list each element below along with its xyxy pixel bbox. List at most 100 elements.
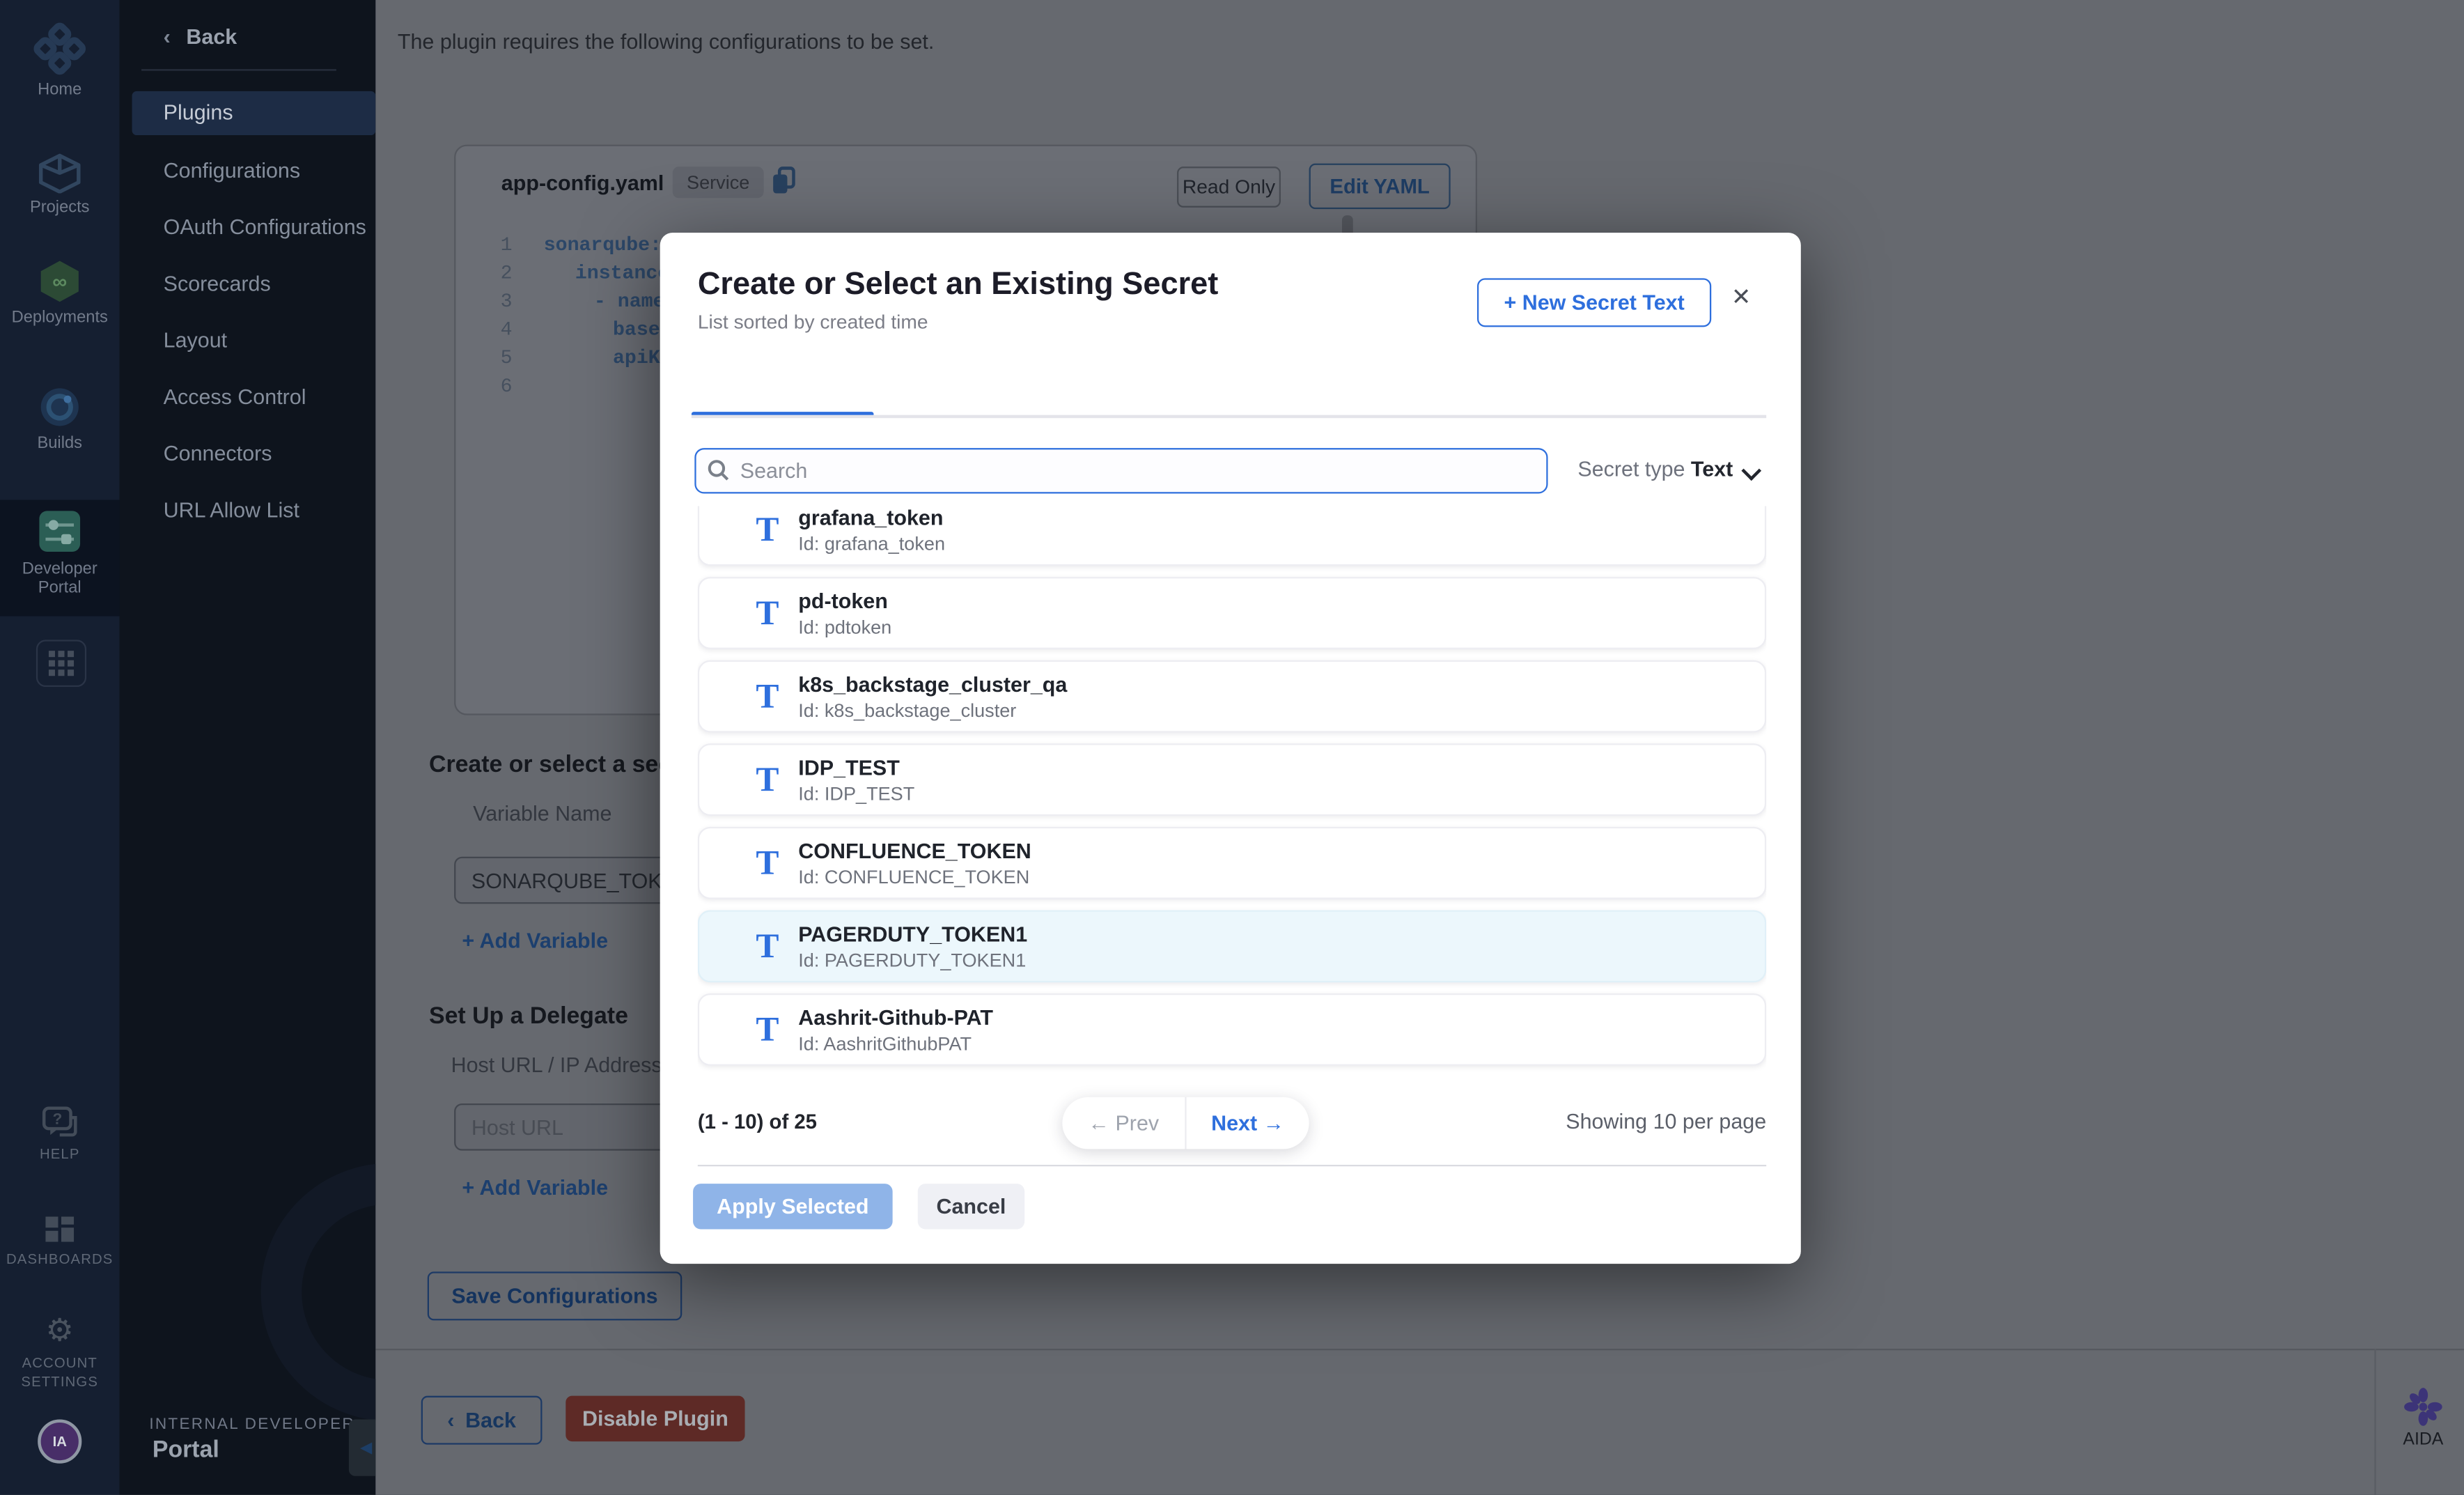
nav-item-url-allow-list[interactable]: URL Allow List [164, 498, 299, 522]
sidebar-item-help[interactable]: ? HELP [0, 1105, 119, 1163]
secret-id: Id: PAGERDUTY_TOKEN1 [798, 950, 1026, 972]
secret-id: Id: AashritGithubPAT [798, 1032, 972, 1055]
arrow-left-icon: ← [1089, 1111, 1109, 1135]
cancel-button[interactable]: Cancel [918, 1184, 1024, 1229]
showing-per-page: Showing 10 per page [1566, 1110, 1766, 1133]
sidebar-item-label: Builds [0, 434, 119, 453]
add-variable-label: Add Variable [480, 929, 609, 953]
back-button-label: Back [465, 1409, 516, 1432]
line-number: 3 [455, 288, 512, 316]
nav-item-connectors[interactable]: Connectors [164, 442, 272, 465]
edit-yaml-button[interactable]: Edit YAML [1309, 164, 1451, 209]
svg-text:?: ? [52, 1110, 62, 1127]
read-only-button[interactable]: Read Only [1177, 166, 1281, 208]
footer-divider [375, 1349, 2464, 1350]
modal-footer-divider [698, 1165, 1766, 1166]
sidebar-item-label: Home [0, 80, 119, 99]
sidebar-item-developer-portal[interactable]: Developer Portal [0, 508, 119, 598]
secret-id: Id: IDP_TEST [798, 783, 914, 805]
prev-button[interactable]: ← Prev [1062, 1111, 1185, 1135]
new-secret-text-button[interactable]: + New Secret Text [1477, 278, 1711, 327]
pagination-pill: ← Prev Next → [1062, 1097, 1309, 1149]
code-line: sonarqube: [544, 231, 662, 260]
secret-row[interactable]: T k8s_backstage_cluster_qa Id: k8s_backs… [698, 660, 1766, 733]
sidebar-item-dashboards[interactable]: DASHBOARDS [0, 1214, 119, 1269]
developer-portal-icon [36, 508, 84, 555]
add-variable-link[interactable]: + Add Variable [462, 929, 608, 953]
harness-home-icon [33, 22, 86, 76]
brand-internal-developer: INTERNAL DEVELOPER [149, 1416, 355, 1434]
apps-grid-button[interactable] [36, 640, 86, 687]
nav-item-access-control[interactable]: Access Control [164, 385, 306, 409]
text-secret-icon: T [756, 591, 779, 635]
plus-icon: + [462, 929, 474, 953]
apps-grid-icon [49, 651, 74, 676]
sidebar-item-builds[interactable]: Builds [0, 385, 119, 453]
nav-collapse-button[interactable]: ◀ [349, 1420, 375, 1476]
nav-item-layout[interactable]: Layout [164, 329, 227, 353]
close-icon[interactable]: ✕ [1726, 281, 1757, 313]
line-number: 6 [455, 373, 512, 401]
nav-item-plugins[interactable]: Plugins [164, 100, 233, 124]
sidebar-item-label: Projects [0, 198, 119, 217]
apply-selected-button[interactable]: Apply Selected [693, 1184, 893, 1229]
nav-item-configurations[interactable]: Configurations [164, 159, 300, 183]
add-variable-label: Add Variable [480, 1176, 609, 1200]
chevron-down-icon[interactable] [1741, 460, 1761, 481]
secret-row[interactable]: T grafana_token Id: grafana_token [698, 506, 1766, 566]
nav-item-oauth-configurations[interactable]: OAuth Configurations [164, 215, 366, 239]
text-secret-icon: T [756, 841, 779, 885]
search-input[interactable] [694, 448, 1547, 493]
app-config-card-header: app-config.yaml Service Read Only Edit Y… [455, 146, 1475, 222]
sidebar-item-label: HELP [0, 1145, 119, 1163]
gear-icon: ⚙ [0, 1314, 119, 1349]
secret-id: Id: grafana_token [798, 533, 945, 555]
secret-name: pd-token [798, 589, 888, 613]
sidebar-item-home[interactable]: Home [0, 22, 119, 100]
user-avatar[interactable]: IA [38, 1420, 81, 1464]
module-rail: Home Projects ∞ Deployments Builds [0, 0, 119, 1495]
disable-plugin-button[interactable]: Disable Plugin [566, 1396, 744, 1441]
nav-back-button[interactable]: ‹Back [164, 25, 237, 49]
sidebar-item-account-settings[interactable]: ⚙ ACCOUNT SETTINGS [0, 1314, 119, 1391]
file-name: app-config.yaml [501, 171, 664, 195]
secret-id: Id: pdtoken [798, 617, 891, 639]
sidebar-item-label: Developer Portal [0, 559, 119, 597]
aida-widget[interactable]: AIDA [2395, 1386, 2451, 1449]
arrow-right-icon: → [1263, 1111, 1284, 1135]
secret-row[interactable]: T pd-token Id: pdtoken [698, 577, 1766, 649]
secret-row[interactable]: T Aashrit-Github-PAT Id: AashritGithubPA… [698, 993, 1766, 1066]
code-line: - name [594, 288, 665, 316]
text-secret-icon: T [756, 758, 779, 802]
secret-id: Id: k8s_backstage_cluster [798, 699, 1016, 722]
secret-row[interactable]: T CONFLUENCE_TOKEN Id: CONFLUENCE_TOKEN [698, 827, 1766, 899]
back-chevron-icon: ‹ [447, 1409, 454, 1432]
plus-icon: + [462, 1176, 474, 1200]
secret-name: PAGERDUTY_TOKEN1 [798, 923, 1027, 947]
sidebar-item-label: Deployments [0, 308, 119, 327]
right-panel-divider [2374, 1349, 2376, 1495]
text-secret-icon: T [756, 924, 779, 968]
sidebar-item-deployments[interactable]: ∞ Deployments [0, 259, 119, 327]
line-number: 4 [455, 316, 512, 345]
save-configurations-button[interactable]: Save Configurations [428, 1271, 683, 1320]
add-variable-link-2[interactable]: + Add Variable [462, 1176, 608, 1200]
plugin-config-intro: The plugin requires the following config… [398, 30, 934, 54]
next-button[interactable]: Next → [1187, 1111, 1309, 1135]
nav-divider [141, 69, 336, 70]
secret-select-modal: Create or Select an Existing Secret List… [660, 233, 1801, 1264]
back-button[interactable]: ‹ Back [421, 1396, 543, 1445]
secret-row-selected[interactable]: T PAGERDUTY_TOKEN1 Id: PAGERDUTY_TOKEN1 [698, 910, 1766, 982]
secret-type-label: Secret type [1577, 458, 1685, 481]
help-icon: ? [41, 1105, 79, 1140]
nav-item-scorecards[interactable]: Scorecards [164, 272, 271, 295]
line-number: 5 [455, 344, 512, 373]
secret-list: T grafana_token Id: grafana_token T pd-t… [698, 506, 1766, 1085]
secret-name: grafana_token [798, 506, 943, 530]
pagination-range: (1 - 10) of 25 [698, 1110, 817, 1133]
text-secret-icon: T [756, 674, 779, 718]
sidebar-item-projects[interactable]: Projects [0, 153, 119, 217]
secret-type-value[interactable]: Text [1691, 458, 1733, 481]
copy-icon[interactable] [770, 165, 799, 196]
secret-row[interactable]: T IDP_TEST Id: IDP_TEST [698, 743, 1766, 816]
